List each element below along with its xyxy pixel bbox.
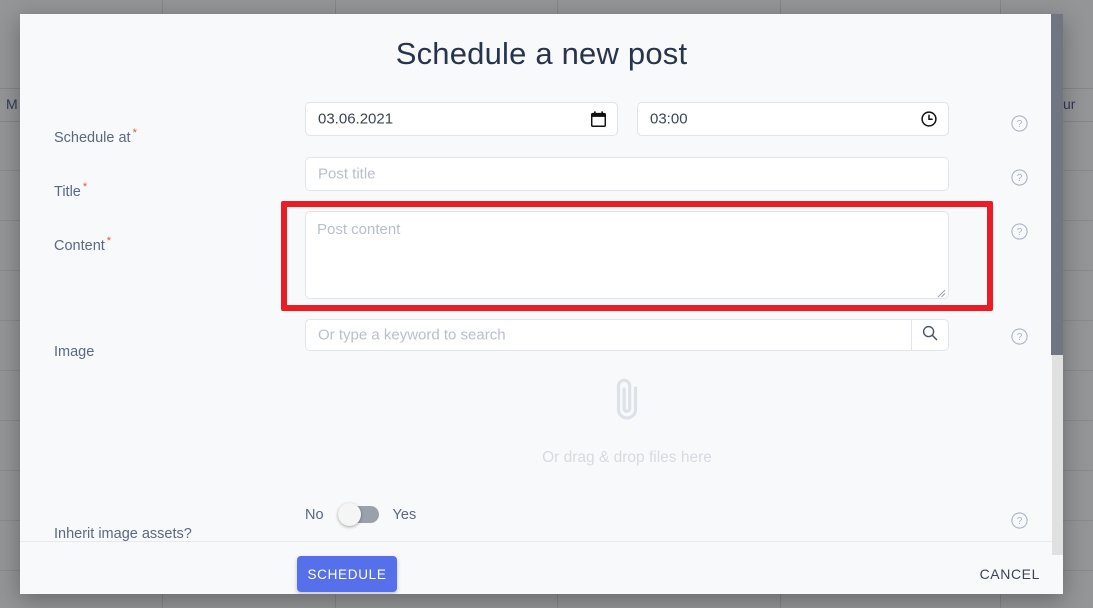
required-asterisk: * (132, 127, 137, 139)
svg-text:?: ? (1017, 332, 1023, 343)
image-search-input[interactable]: Or type a keyword to search (305, 319, 911, 351)
help-circle-icon[interactable]: ? (1011, 223, 1028, 240)
svg-text:?: ? (1017, 173, 1023, 184)
page-title: Schedule a new post (395, 36, 688, 71)
toggle-knob (337, 503, 361, 526)
search-icon (922, 325, 938, 346)
image-search-button[interactable] (911, 319, 949, 351)
label-inherit-image-assets: Inherit image assets? (54, 526, 192, 542)
svg-text:?: ? (1017, 227, 1023, 238)
label-content: Content * (54, 235, 111, 254)
label-inherit-image-assets-text: Inherit image assets? (54, 526, 192, 542)
label-image: Image (54, 341, 96, 360)
label-title: Title * (54, 181, 87, 200)
scrollbar-track[interactable] (1052, 355, 1063, 555)
label-image-text: Image (54, 343, 95, 360)
label-content-text: Content (54, 237, 105, 254)
cancel-button[interactable]: CANCEL (980, 566, 1040, 582)
help-circle-icon[interactable]: ? (1011, 115, 1028, 132)
label-title-text: Title (54, 183, 81, 200)
svg-text:?: ? (1017, 516, 1023, 527)
schedule-post-modal: Schedule a new post Schedule at * 03.06.2… (20, 14, 1063, 594)
label-schedule-at: Schedule at * (54, 127, 137, 146)
toggle-off-label: No (305, 506, 324, 523)
textarea-resize-handle[interactable] (935, 285, 946, 298)
post-title-placeholder: Post title (318, 165, 376, 183)
post-title-input[interactable]: Post title (305, 157, 949, 191)
schedule-time-value: 03:00 (650, 110, 688, 128)
modal-body: Schedule a new post Schedule at * 03.06.2… (20, 14, 1063, 542)
toggle-on-label: Yes (392, 506, 417, 523)
image-dropzone[interactable]: Or drag & drop files here (305, 362, 949, 480)
schedule-time-input[interactable]: 03:00 (637, 102, 949, 136)
schedule-date-input[interactable]: 03.06.2021 (305, 102, 618, 136)
modal-footer: SCHEDULE CANCEL (20, 541, 1063, 594)
help-circle-icon[interactable]: ? (1011, 169, 1028, 186)
schedule-button[interactable]: SCHEDULE (297, 556, 397, 592)
scrollbar-thumb[interactable] (1051, 14, 1063, 355)
inherit-image-assets-toggle[interactable] (337, 503, 379, 526)
help-circle-icon[interactable]: ? (1011, 328, 1028, 345)
svg-text:?: ? (1017, 119, 1023, 130)
image-search-placeholder: Or type a keyword to search (318, 326, 506, 344)
dropzone-text: Or drag & drop files here (542, 448, 712, 466)
post-content-placeholder: Post content (317, 221, 401, 238)
required-asterisk: * (82, 181, 88, 193)
help-circle-icon[interactable]: ? (1011, 512, 1028, 529)
calendar-icon[interactable] (589, 110, 607, 128)
label-schedule-at-text: Schedule at (54, 129, 131, 146)
post-content-textarea[interactable]: Post content (305, 211, 949, 299)
modal-scrollbar[interactable] (1051, 14, 1063, 594)
paperclip-icon (610, 376, 644, 427)
clock-icon[interactable] (920, 110, 938, 128)
inherit-image-assets-row: No Yes (305, 503, 417, 526)
required-asterisk: * (106, 235, 112, 247)
schedule-date-value: 03.06.2021 (318, 110, 394, 128)
